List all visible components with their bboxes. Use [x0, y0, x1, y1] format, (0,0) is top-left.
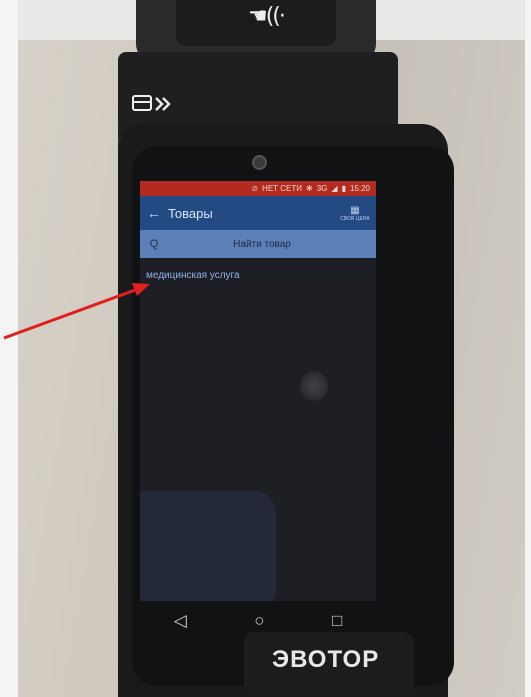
app-bar: ← Товары ▦ СВОЯ ЦЕНА: [140, 196, 376, 230]
contactless-icon: ☚((·: [248, 4, 286, 29]
search-bar[interactable]: Q Найти товар: [140, 230, 376, 258]
photo-border-left: [0, 0, 18, 697]
clock: 15:20: [349, 184, 370, 193]
no-sim-icon: ⊘: [251, 184, 259, 193]
custom-price-button[interactable]: ▦ СВОЯ ЦЕНА: [334, 205, 376, 222]
square-recents-icon[interactable]: □: [332, 611, 342, 631]
arrow-left-icon[interactable]: ←: [140, 205, 168, 221]
nfc-reader: ☚((·: [176, 0, 336, 46]
search-icon: Q: [149, 238, 159, 250]
front-camera: [252, 155, 267, 170]
triangle-back-icon[interactable]: ◁: [174, 611, 187, 631]
signal-icon: ◢: [331, 184, 338, 193]
list-item[interactable]: медицинская услуга: [146, 270, 240, 281]
terminal-screen: ⊘ НЕТ СЕТИ ✱ 3G ◢ ▮ 15:20 ← Товары ▦ СВО…: [140, 181, 376, 601]
brand-logo: ЭВОТОР: [272, 646, 380, 673]
bluetooth-icon: ✱: [306, 184, 313, 193]
page-title: Товары: [168, 205, 213, 221]
fingerprint-smudge: [300, 371, 328, 401]
calculator-icon: ▦: [350, 204, 360, 216]
signal-type: 3G: [316, 184, 328, 193]
status-bar: ⊘ НЕТ СЕТИ ✱ 3G ◢ ▮ 15:20: [140, 181, 376, 196]
circle-home-icon[interactable]: ○: [254, 611, 264, 631]
screen-reflection: [140, 491, 276, 601]
battery-icon: ▮: [341, 184, 346, 193]
card-swipe-icon: [132, 95, 171, 111]
android-nav-bar: ◁ ○ □: [140, 601, 376, 641]
custom-price-label: СВОЯ ЦЕНА: [340, 215, 370, 222]
search-placeholder[interactable]: Найти товар: [168, 239, 376, 250]
network-status: НЕТ СЕТИ: [262, 184, 303, 193]
photo-border-right: [525, 0, 531, 697]
